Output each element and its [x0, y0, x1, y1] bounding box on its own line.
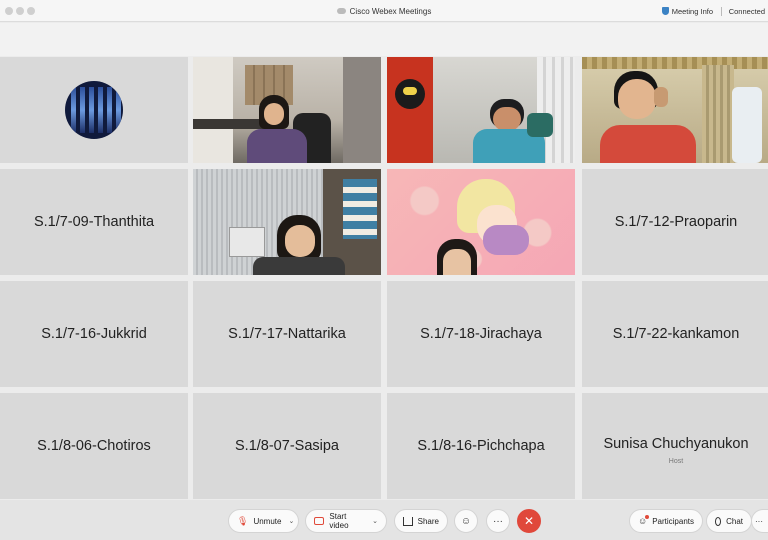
more-panels-button[interactable]: ···: [751, 509, 768, 533]
connection-status: Connected: [728, 6, 765, 16]
title-bar: Cisco Webex Meetings Meeting Info Connec…: [0, 0, 768, 22]
chevron-down-icon[interactable]: ⌄: [288, 517, 294, 525]
smiley-icon: ☺: [460, 515, 472, 527]
people-icon: ☺: [638, 514, 650, 526]
participant-video-tile[interactable]: [193, 169, 381, 275]
participant-tile[interactable]: S.1/7-09-Thanthita: [0, 169, 188, 275]
unmute-label: Unmute: [253, 516, 282, 526]
participant-video-tile[interactable]: [582, 57, 768, 163]
start-video-label: Start video: [329, 512, 349, 530]
webex-logo-icon: [336, 8, 346, 14]
participant-name: S.1/7-22-kankamon: [612, 326, 740, 342]
participant-tile[interactable]: S.1/7-16-Jukkrid: [0, 281, 188, 387]
chat-bubble-icon: [715, 516, 722, 526]
participant-name: S.1/7-16-Jukkrid: [41, 326, 147, 342]
participant-video-tile[interactable]: [387, 169, 575, 275]
close-icon: ✕: [523, 514, 535, 528]
video-feed: [582, 57, 768, 163]
share-button[interactable]: Share: [394, 509, 448, 533]
participant-name: S.1/7-12-Praoparin: [614, 214, 738, 230]
participant-tile[interactable]: [0, 57, 188, 163]
more-dots-icon: ···: [493, 515, 503, 527]
participant-tile[interactable]: S.1/8-06-Chotiros: [0, 393, 188, 499]
participant-name: S.1/8-16-Pichchapa: [417, 438, 545, 454]
chevron-down-icon[interactable]: ⌄: [372, 517, 378, 525]
video-off-icon: [314, 517, 325, 525]
participants-label: Participants: [652, 516, 694, 526]
title-divider: [721, 7, 722, 16]
participant-name: S.1/8-07-Sasipa: [235, 438, 339, 454]
unmute-button[interactable]: 🎙︎ Unmute ⌄: [228, 509, 299, 533]
avatar: [65, 81, 123, 139]
app-title: Cisco Webex Meetings: [0, 0, 768, 22]
start-video-button[interactable]: Start video ⌄: [305, 509, 387, 533]
participant-grid: S.1/7-09-Thanthita S.1/7-12-Praoparin S.…: [0, 57, 768, 499]
participant-name: Sunisa Chuchyanukon: [603, 435, 749, 452]
meeting-info-label: Meeting Info: [671, 6, 713, 16]
participant-tile[interactable]: S.1/8-07-Sasipa: [193, 393, 381, 499]
participant-name: S.1/7-17-Nattarika: [228, 326, 346, 342]
microphone-muted-icon: 🎙︎: [237, 515, 249, 526]
host-tile[interactable]: Sunisa Chuchyanukon Host: [582, 393, 768, 499]
participant-video-tile[interactable]: [387, 57, 575, 163]
participant-tile[interactable]: S.1/7-18-Jirachaya: [387, 281, 575, 387]
host-badge: Host: [668, 457, 684, 465]
participant-tile[interactable]: S.1/7-17-Nattarika: [193, 281, 381, 387]
participant-tile[interactable]: S.1/7-12-Praoparin: [582, 169, 768, 275]
top-strip: [0, 23, 768, 56]
shield-icon: [661, 7, 669, 15]
meeting-info-button[interactable]: Meeting Info: [661, 0, 713, 22]
participant-video-tile[interactable]: [193, 57, 381, 163]
chat-button[interactable]: Chat: [706, 509, 752, 533]
participant-tile[interactable]: S.1/7-22-kankamon: [582, 281, 768, 387]
chat-label: Chat: [726, 516, 743, 526]
meeting-controls: 🎙︎ Unmute ⌄ Start video ⌄ Share ☺ ··· ✕ …: [0, 500, 768, 540]
participant-name: S.1/7-09-Thanthita: [33, 214, 155, 230]
more-options-button[interactable]: ···: [486, 509, 510, 533]
video-feed: [387, 169, 575, 275]
participants-button[interactable]: ☺ Participants: [629, 509, 703, 533]
video-feed: [387, 57, 575, 163]
reactions-button[interactable]: ☺: [454, 509, 478, 533]
app-title-text: Cisco Webex Meetings: [349, 6, 432, 16]
share-label: Share: [417, 516, 439, 526]
share-icon: [403, 516, 413, 526]
participant-name: S.1/7-18-Jirachaya: [420, 326, 542, 342]
leave-meeting-button[interactable]: ✕: [517, 509, 541, 533]
video-feed: [193, 57, 381, 163]
more-dots-icon: ···: [755, 516, 763, 526]
participant-name: S.1/8-06-Chotiros: [37, 438, 151, 454]
participant-tile[interactable]: S.1/8-16-Pichchapa: [387, 393, 575, 499]
video-feed: [193, 169, 381, 275]
